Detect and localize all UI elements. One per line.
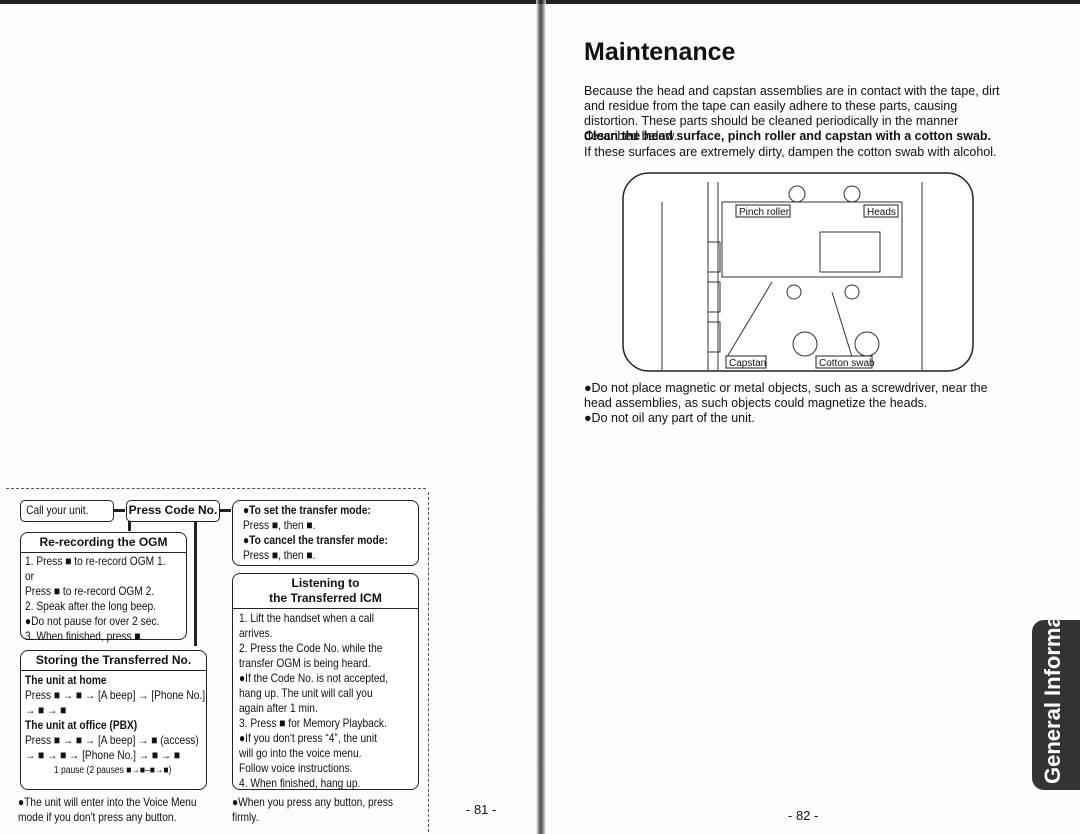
note-text: ●The unit will enter into the Voice Menu [18, 795, 197, 809]
text-line: ●If you don't press “4”, the unit [239, 731, 377, 745]
rerecord-box: Re-recording the OGM 1. Press ■ to re-re… [20, 532, 187, 643]
text-line: 1. Lift the handset when a call [239, 611, 374, 625]
text-line: 2. Speak after the long beep. [25, 599, 157, 613]
call-unit-text: Call your unit. [26, 503, 89, 517]
text-line: 3. Press ■ for Memory Playback. [239, 716, 387, 730]
book-spine [536, 0, 546, 834]
text-line: 3. When finished, press ■. [25, 629, 144, 643]
note-text: ●When you press any button, press [232, 795, 393, 809]
press-code-text: Press Code No. [128, 503, 218, 517]
warning-bullet: ●Do not place magnetic or metal objects,… [584, 381, 988, 410]
text-line: ●To set the transfer mode: [243, 503, 371, 517]
arrow [113, 509, 125, 512]
note-text: firmly. [232, 810, 259, 824]
text-line: 2. Press the Code No. while the [239, 641, 383, 655]
listening-title: the Transferred ICM [269, 591, 382, 605]
section-tab: General Information [1032, 575, 1080, 790]
text-line: Press ■ → ■ → [A beep] → ■ (access) [25, 733, 199, 747]
page-number: - 81 - [466, 802, 497, 817]
dashed-border [6, 488, 426, 489]
text-line: transfer OGM is being heard. [239, 656, 371, 670]
page-title: Maintenance [584, 38, 736, 66]
text-line: arrives. [239, 626, 273, 640]
arrow [219, 509, 231, 512]
text-line: or [25, 569, 35, 583]
cotton-swab-label: Cotton swab [819, 358, 875, 369]
rerecord-title: Re-recording the OGM [21, 533, 186, 553]
transfer-mode-box: ●To set the transfer mode: Press ■, then… [232, 500, 419, 566]
listening-title: Listening to [291, 576, 360, 590]
manual-spread: Call your unit. Press Code No. Re-record… [0, 0, 1080, 834]
text-line: ●If the Code No. is not accepted, [239, 671, 389, 685]
text-line: Press ■, then ■. [243, 548, 316, 562]
text-line: 4. When finished, hang up. [239, 776, 361, 790]
text-line: → ■ → ■ [25, 703, 67, 717]
dashed-border [428, 492, 429, 832]
note-text: mode if you don't press any button. [18, 810, 177, 824]
instruction-text: If these surfaces are extremely dirty, d… [584, 145, 997, 159]
text-line: 1. Press ■ to re-record OGM 1. [25, 554, 166, 568]
head-cleaning-diagram: Pinch roller Heads Capstan Cotton swab [622, 172, 974, 372]
text-line: ●To cancel the transfer mode: [243, 533, 388, 547]
pinch-roller-label: Pinch roller [739, 207, 790, 218]
text-line: Press ■ to re-record OGM 2. [25, 584, 155, 598]
text-line: will go into the voice menu. [239, 746, 362, 760]
arrow [128, 521, 131, 531]
text-line: again after 1 min. [239, 701, 318, 715]
heads-label: Heads [867, 207, 896, 218]
text-line: Press ■ → ■ → [A beep] → [Phone No.] [25, 688, 206, 702]
office-title: The unit at office (PBX) [25, 718, 138, 732]
arrow [194, 521, 197, 646]
press-code-box: Press Code No. [126, 500, 220, 522]
text-line: Press ■, then ■. [243, 518, 316, 532]
section-tab-label: General Information [1040, 574, 1065, 784]
storing-title: Storing the Transferred No. [21, 651, 206, 671]
text-line: Follow voice instructions. [239, 761, 353, 775]
text-line: hang up. The unit will call you [239, 686, 373, 700]
page-number: - 82 - [788, 808, 819, 823]
home-title: The unit at home [25, 673, 107, 687]
text-line: → ■ → ■ → [Phone No.] → ■ → ■ [25, 748, 181, 762]
storing-box: Storing the Transferred No. The unit at … [20, 650, 207, 790]
capstan-label: Capstan [729, 358, 766, 369]
call-unit-box: Call your unit. [20, 500, 114, 522]
listening-box: Listening to the Transferred ICM 1. Lift… [232, 573, 419, 790]
warning-bullet: ●Do not oil any part of the unit. [584, 411, 755, 425]
text-line: ●Do not pause for over 2 sec. [25, 614, 160, 628]
pause-note: 1 pause (2 pauses ■→■–■→■) [53, 765, 172, 776]
instruction-bold: Clean the head surface, pinch roller and… [584, 129, 992, 143]
